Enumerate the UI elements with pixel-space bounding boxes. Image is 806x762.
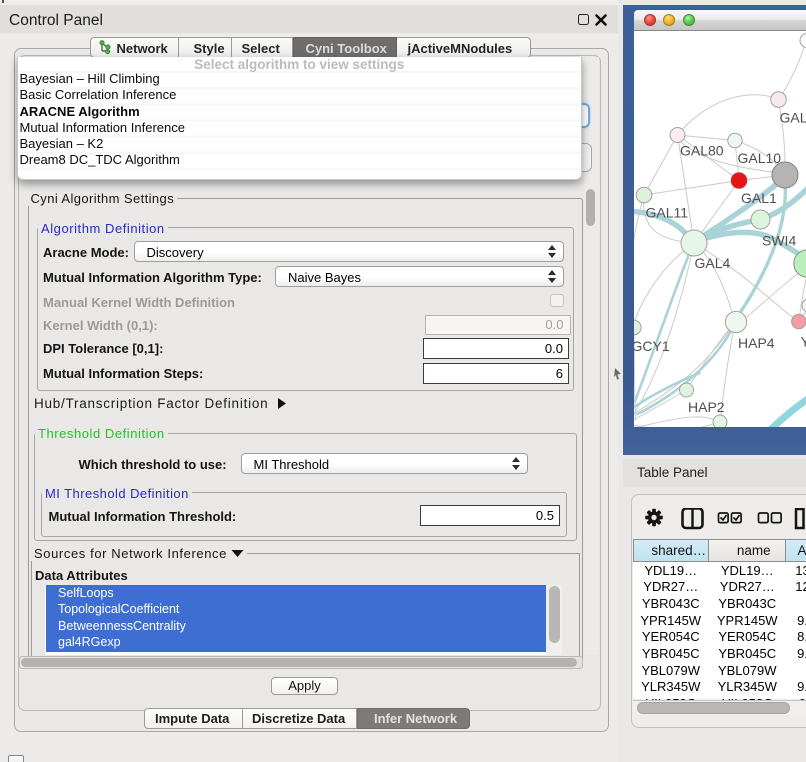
svg-text:GAL4: GAL4: [694, 255, 730, 271]
svg-text:Y: Y: [800, 333, 806, 349]
svg-text:SWI4: SWI4: [762, 232, 796, 248]
svg-text:GAL7: GAL7: [779, 109, 806, 125]
svg-text:HAP2: HAP2: [688, 398, 725, 414]
svg-text:GAL10: GAL10: [737, 150, 781, 166]
svg-text:GAL11: GAL11: [645, 204, 688, 220]
svg-text:GAL1: GAL1: [741, 190, 777, 206]
svg-text:HAP4: HAP4: [738, 334, 775, 350]
svg-text:GCY1: GCY1: [634, 337, 670, 353]
svg-text:GAL80: GAL80: [680, 142, 724, 158]
